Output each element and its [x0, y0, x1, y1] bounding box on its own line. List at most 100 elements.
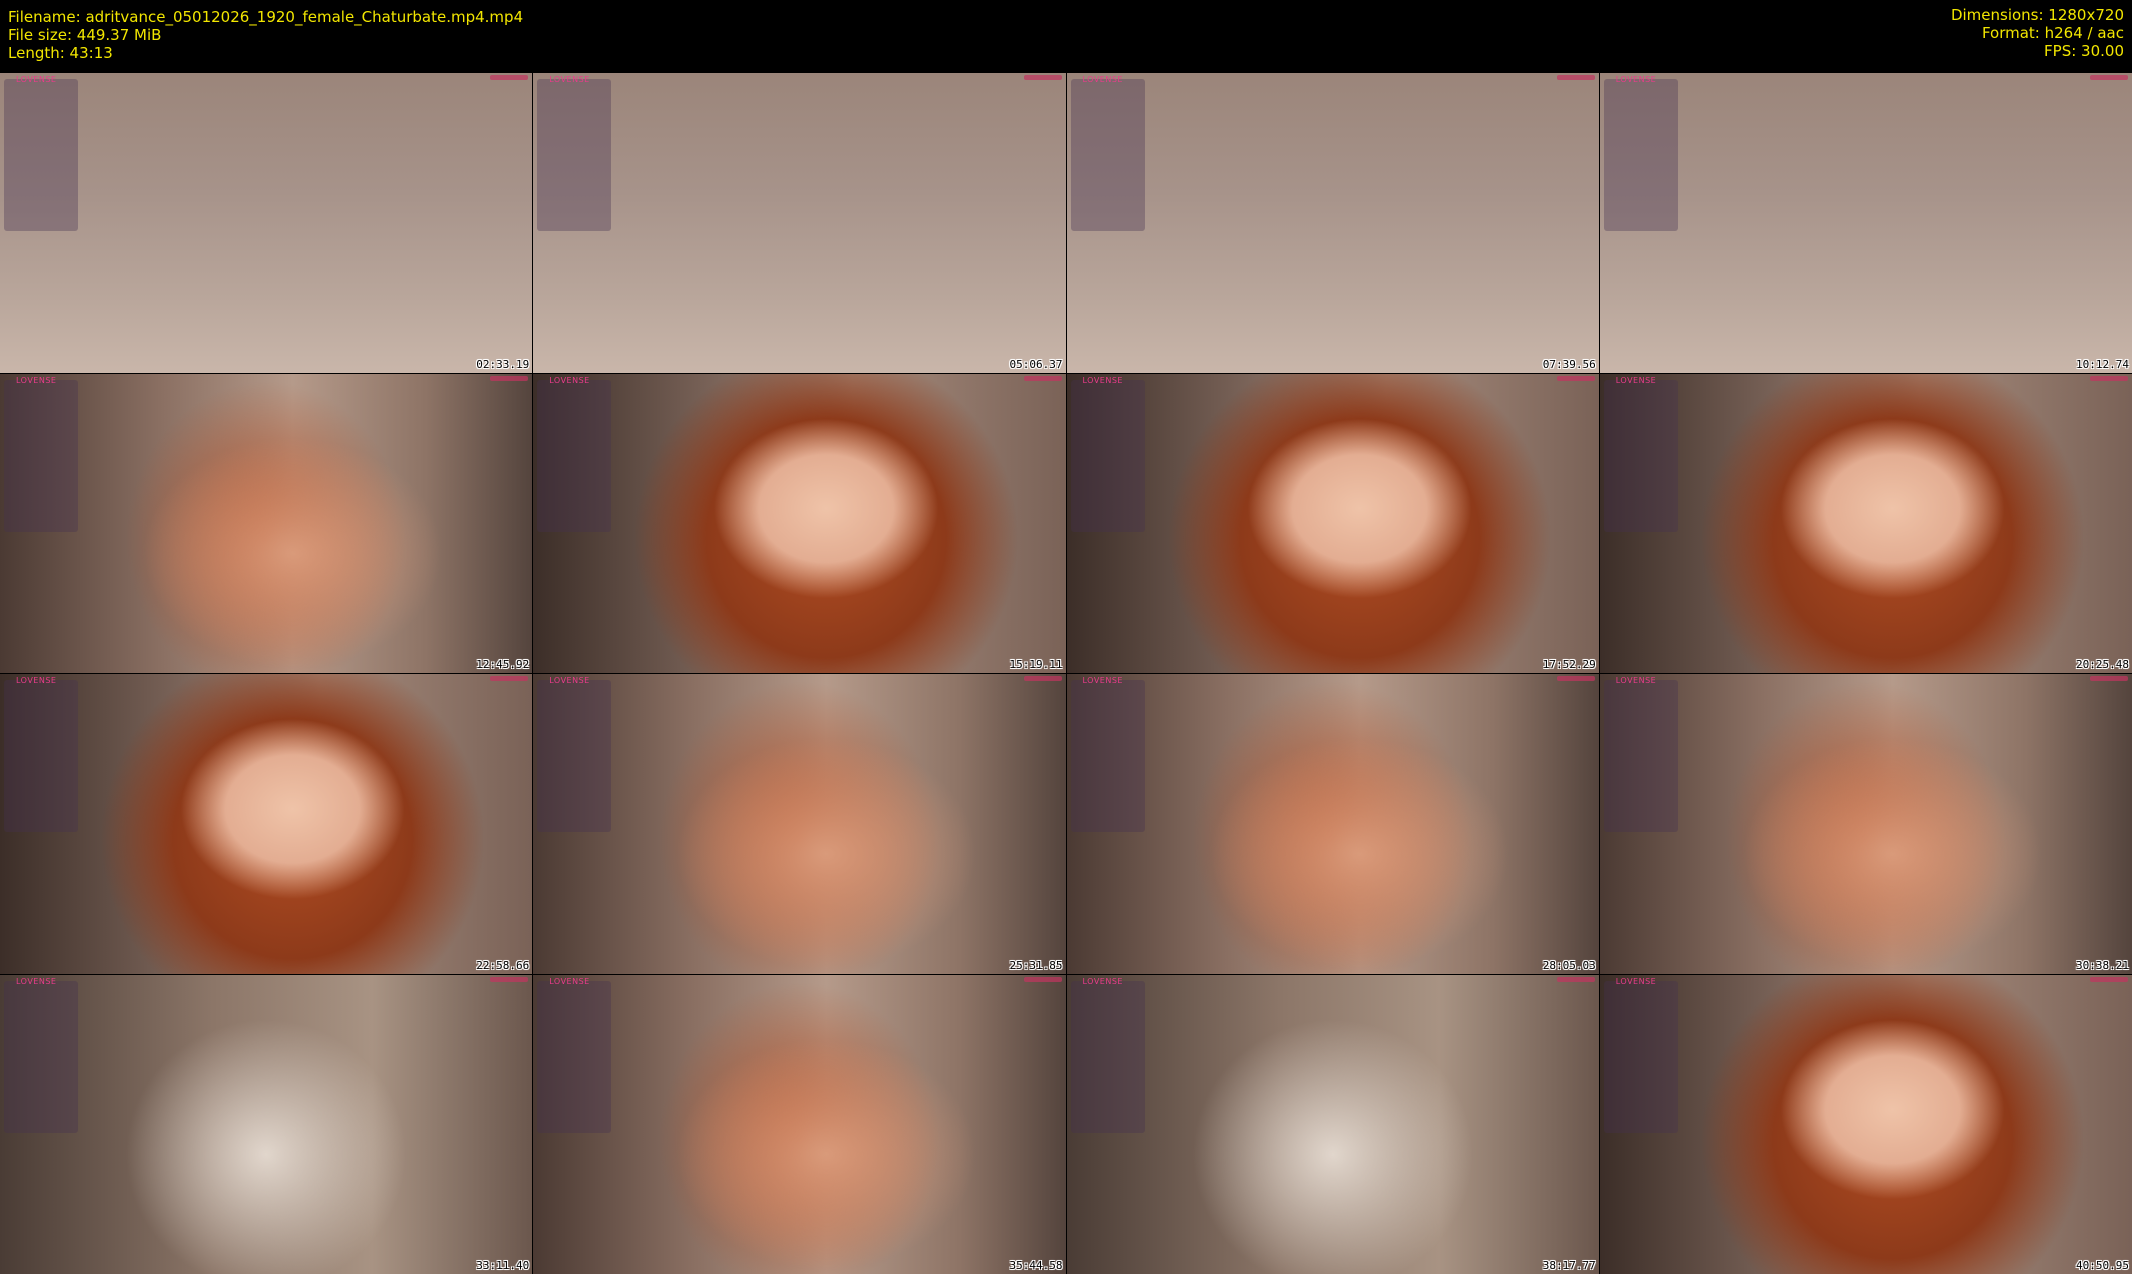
- format-text: Format: h264 / aac: [1981, 24, 2124, 42]
- stream-overlay-panel: [4, 379, 78, 532]
- thumbnail-frame: [1599, 73, 2132, 373]
- overlay-brand-label: LOVENSE: [1082, 375, 1123, 385]
- corner-watermark: [2090, 375, 2128, 381]
- dimensions-text: Dimensions: 1280x720: [1950, 6, 2124, 24]
- corner-watermark: [1556, 676, 1595, 681]
- overlay-brand-label: LOVENSE: [16, 976, 57, 986]
- overlay-brand-label: LOVENSE: [1615, 676, 1657, 685]
- thumbnail-9: LOVENSE 22:58.66: [0, 674, 533, 974]
- corner-watermark: [490, 976, 529, 982]
- timestamp-label: 17:52.29: [1542, 658, 1596, 671]
- timestamp-label: 15:19.11: [1009, 658, 1063, 671]
- overlay-brand-label: LOVENSE: [549, 976, 590, 986]
- corner-watermark: [1556, 75, 1595, 80]
- corner-watermark: [1023, 375, 1062, 381]
- timestamp-label: 05:06.37: [1009, 357, 1063, 371]
- timestamp-label: 20:25.48: [2076, 658, 2129, 671]
- thumbnail-12: LOVENSE 30:38.21: [1599, 674, 2132, 974]
- file-info: Filename: adritvance_05012026_1920_femal…: [8, 8, 523, 62]
- corner-watermark: [490, 75, 529, 80]
- corner-watermark: [2090, 976, 2128, 982]
- thumbnail-frame: [1066, 974, 1599, 1274]
- info-header: Filename: adritvance_05012026_1920_femal…: [0, 0, 2132, 72]
- filesize-text: File size: 449.37 MiB: [8, 26, 162, 44]
- overlay-brand-label: LOVENSE: [549, 375, 590, 385]
- timestamp-label: 07:39.56: [1542, 357, 1596, 371]
- timestamp-label: 22:58.66: [476, 958, 530, 972]
- corner-watermark: [1556, 375, 1595, 381]
- overlay-brand-label: LOVENSE: [16, 375, 57, 385]
- thumbnail-frame: [533, 674, 1066, 974]
- stream-overlay-panel: [1603, 680, 1678, 832]
- timestamp-label: 10:12.74: [2076, 357, 2129, 371]
- timestamp-label: 40:50.95: [2076, 1259, 2129, 1272]
- thumbnail-4: LOVENSE 10:12.74: [1599, 73, 2132, 373]
- corner-watermark: [1023, 676, 1062, 681]
- corner-watermark: [1023, 976, 1062, 982]
- thumbnail-16: LOVENSE 40:50.95: [1599, 974, 2132, 1274]
- stream-overlay-panel: [1070, 79, 1145, 231]
- corner-watermark: [490, 375, 529, 381]
- thumbnail-frame: [0, 73, 533, 373]
- corner-watermark: [2090, 676, 2128, 681]
- thumbnail-frame: [1066, 373, 1599, 673]
- thumbnail-grid: LOVENSE 02:33.19 LOVENSE 05:06.37 LOVENSE 07:…: [0, 73, 2132, 1274]
- stream-overlay-panel: [4, 680, 78, 832]
- stream-overlay-panel: [1070, 980, 1145, 1133]
- stream-overlay-panel: [1070, 379, 1145, 532]
- thumbnail-frame: [0, 674, 533, 974]
- overlay-brand-label: LOVENSE: [549, 75, 590, 84]
- fps-text: FPS: 30.00: [2044, 42, 2124, 60]
- thumbnail-frame: [0, 373, 533, 673]
- overlay-brand-label: LOVENSE: [1615, 375, 1657, 385]
- overlay-brand-label: LOVENSE: [1615, 976, 1657, 986]
- overlay-brand-label: LOVENSE: [549, 676, 590, 685]
- thumbnail-8: LOVENSE 20:25.48: [1599, 373, 2132, 673]
- thumbnail-frame: [1599, 674, 2132, 974]
- thumbnail-6: LOVENSE 15:19.11: [533, 373, 1066, 673]
- thumbnail-7: LOVENSE 17:52.29: [1066, 373, 1599, 673]
- stream-overlay-panel: [537, 79, 612, 231]
- thumbnail-frame: [1599, 974, 2132, 1274]
- timestamp-label: 35:44.58: [1009, 1259, 1063, 1272]
- stream-overlay-panel: [1603, 379, 1678, 532]
- stream-overlay-panel: [4, 980, 78, 1133]
- overlay-brand-label: LOVENSE: [1082, 976, 1123, 986]
- timestamp-label: 28:05.03: [1542, 958, 1596, 972]
- stream-overlay-panel: [537, 680, 612, 832]
- thumbnail-frame: [1066, 674, 1599, 974]
- thumbnail-frame: [0, 974, 533, 1274]
- filename-text: Filename: adritvance_05012026_1920_femal…: [8, 8, 524, 26]
- corner-watermark: [1023, 75, 1062, 80]
- timestamp-label: 02:33.19: [476, 357, 530, 371]
- video-info: Dimensions: 1280x720 Format: h264 / aac …: [1951, 6, 2124, 60]
- overlay-brand-label: LOVENSE: [1615, 75, 1657, 84]
- thumbnail-frame: [533, 974, 1066, 1274]
- overlay-brand-label: LOVENSE: [16, 75, 57, 84]
- stream-overlay-panel: [4, 79, 78, 231]
- thumbnail-15: LOVENSE 38:17.77: [1066, 974, 1599, 1274]
- thumbnail-2: LOVENSE 05:06.37: [533, 73, 1066, 373]
- stream-overlay-panel: [1603, 980, 1678, 1133]
- timestamp-label: 38:17.77: [1542, 1259, 1596, 1272]
- stream-overlay-panel: [537, 980, 612, 1133]
- length-text: Length: 43:13: [8, 44, 113, 62]
- thumbnail-frame: [1066, 73, 1599, 373]
- thumbnail-14: LOVENSE 35:44.58: [533, 974, 1066, 1274]
- overlay-brand-label: LOVENSE: [16, 676, 57, 685]
- corner-watermark: [1556, 976, 1595, 982]
- thumbnail-3: LOVENSE 07:39.56: [1066, 73, 1599, 373]
- overlay-brand-label: LOVENSE: [1082, 75, 1123, 84]
- overlay-brand-label: LOVENSE: [1082, 676, 1123, 685]
- thumbnail-10: LOVENSE 25:31.85: [533, 674, 1066, 974]
- timestamp-label: 30:38.21: [2076, 958, 2129, 972]
- thumbnail-13: LOVENSE 33:11.40: [0, 974, 533, 1274]
- thumbnail-5: LOVENSE 12:45.92: [0, 373, 533, 673]
- stream-overlay-panel: [1603, 79, 1678, 231]
- thumbnail-11: LOVENSE 28:05.03: [1066, 674, 1599, 974]
- timestamp-label: 12:45.92: [476, 658, 530, 671]
- thumbnail-frame: [533, 73, 1066, 373]
- thumbnail-1: LOVENSE 02:33.19: [0, 73, 533, 373]
- timestamp-label: 33:11.40: [476, 1259, 530, 1272]
- stream-overlay-panel: [1070, 680, 1145, 832]
